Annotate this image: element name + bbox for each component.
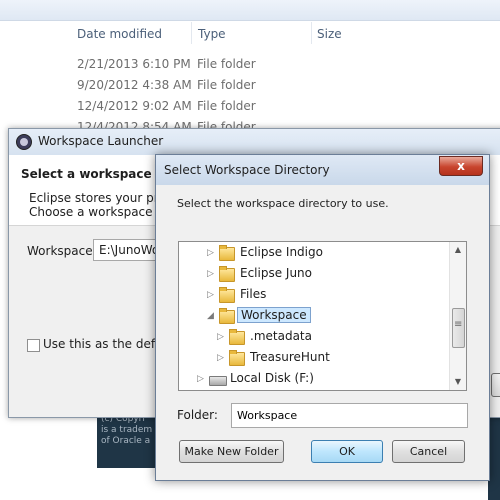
tree-item-label[interactable]: Eclipse Indigo: [237, 245, 326, 259]
tree-item-label[interactable]: Workspace: [237, 307, 311, 323]
tree-scrollbar[interactable]: ▲ ▼: [449, 242, 466, 390]
expand-arrow-icon[interactable]: ▷: [207, 269, 214, 279]
file-date: 12/4/2012 9:02 AM: [77, 99, 192, 113]
folder-icon: [219, 287, 235, 303]
explorer-toolbar: [0, 0, 500, 21]
workspace-label: Workspace:: [27, 244, 97, 258]
expand-arrow-icon[interactable]: ▷: [197, 374, 204, 384]
close-button[interactable]: x: [439, 156, 483, 176]
use-default-checkbox[interactable]: [27, 339, 40, 352]
tree-item-label[interactable]: Local Disk (F:): [227, 371, 317, 385]
folder-icon: [229, 350, 245, 366]
close-icon: x: [457, 159, 465, 173]
folder-tree[interactable]: ▷ Eclipse Indigo ▷ Eclipse Juno ▷ Files …: [178, 241, 467, 391]
column-divider[interactable]: [191, 22, 192, 44]
file-date: 2/21/2013 6:10 PM: [77, 57, 191, 71]
launcher-titlebar[interactable]: Workspace Launcher: [9, 129, 500, 155]
expand-arrow-icon[interactable]: ▷: [207, 248, 214, 258]
splash-text: is a tradem: [101, 425, 153, 435]
column-date-modified[interactable]: Date modified: [77, 27, 162, 41]
column-size[interactable]: Size: [317, 27, 342, 41]
folder-icon: [219, 266, 235, 282]
drive-icon: [209, 376, 227, 386]
scroll-up-icon[interactable]: ▲: [450, 242, 466, 258]
folder-icon: [219, 245, 235, 261]
column-type[interactable]: Type: [198, 27, 226, 41]
tree-item-label[interactable]: Eclipse Juno: [237, 266, 315, 280]
launcher-title: Workspace Launcher: [38, 134, 164, 148]
column-divider[interactable]: [311, 22, 312, 44]
folder-icon: [229, 329, 245, 345]
select-workspace-directory-dialog: Select Workspace Directory x Select the …: [155, 154, 490, 481]
make-new-folder-button[interactable]: Make New Folder: [179, 440, 284, 463]
expand-arrow-icon[interactable]: ▷: [217, 332, 224, 342]
file-type: File folder: [197, 78, 256, 92]
file-type: File folder: [197, 57, 256, 71]
launcher-heading: Select a workspace: [21, 167, 152, 181]
tree-item-label[interactable]: .metadata: [247, 329, 315, 343]
tree-item-label[interactable]: TreasureHunt: [247, 350, 333, 364]
eclipse-icon: [16, 134, 32, 150]
scroll-thumb[interactable]: [452, 308, 465, 348]
file-type: File folder: [197, 99, 256, 113]
dialog-title: Select Workspace Directory: [164, 163, 330, 177]
launcher-ok-button[interactable]: [491, 373, 500, 397]
collapse-arrow-icon[interactable]: ◢: [207, 311, 214, 321]
folder-open-icon: [219, 308, 235, 324]
file-date: 9/20/2012 4:38 AM: [77, 78, 192, 92]
folder-input[interactable]: [231, 403, 468, 428]
expand-arrow-icon[interactable]: ▷: [207, 290, 214, 300]
folder-label: Folder:: [177, 408, 218, 422]
splash-text: of Oracle a: [101, 436, 151, 446]
scroll-down-icon[interactable]: ▼: [450, 374, 466, 390]
dialog-message: Select the workspace directory to use.: [177, 197, 389, 210]
expand-arrow-icon[interactable]: ▷: [217, 353, 224, 363]
dialog-titlebar[interactable]: Select Workspace Directory x: [156, 155, 489, 185]
launcher-description: Choose a workspace fol: [29, 205, 172, 219]
ok-button[interactable]: OK: [311, 440, 383, 463]
tree-item-label[interactable]: Files: [237, 287, 269, 301]
cancel-button[interactable]: Cancel: [392, 440, 465, 463]
